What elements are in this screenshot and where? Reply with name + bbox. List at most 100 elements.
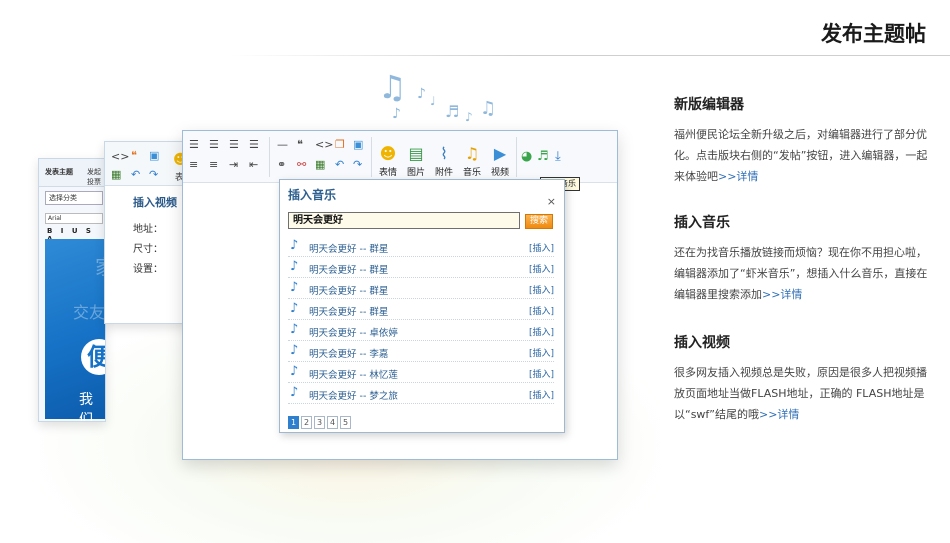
attachment-label: 附件 [434, 168, 453, 178]
tab-post-topic[interactable]: 发表主题 [45, 167, 73, 177]
music-note-icon: ♪ [417, 86, 426, 102]
table-icon[interactable]: ▦ [315, 159, 325, 171]
song-row[interactable]: ♪ 明天会更好 -- 群星 [插入] [288, 279, 554, 299]
image-button[interactable]: ▤ 图片 [403, 144, 429, 179]
music-note-icon: ♪ [290, 301, 299, 316]
download-icon[interactable]: ⤓ [555, 150, 561, 163]
song-row[interactable]: ♪ 明天会更好 -- 梦之旅 [插入] [288, 384, 554, 404]
insert-link[interactable]: [插入] [529, 388, 554, 401]
link-icon[interactable]: ⚭ [277, 159, 286, 171]
feature-insert-music: 插入音乐 还在为找音乐播放链接而烦恼？现在你不用担心啦，编辑器添加了“虾米音乐”… [674, 212, 929, 305]
picture-icon: ▤ [408, 144, 424, 163]
song-title: 明天会更好 -- 群星 [309, 265, 389, 276]
song-title: 明天会更好 -- 卓依婷 [309, 328, 398, 339]
attachment-button[interactable]: ⌇ 附件 [431, 145, 457, 179]
clipboard-icon[interactable]: ❐ [335, 139, 345, 151]
video-button[interactable]: ▶ 视频 [487, 144, 513, 179]
justify-icon[interactable]: ☰ [249, 139, 259, 151]
song-row[interactable]: ♪ 明天会更好 -- 李嘉 [插入] [288, 342, 554, 362]
ordered-list-icon[interactable]: ≡ [189, 159, 198, 171]
song-row[interactable]: ♪ 明天会更好 -- 群星 [插入] [288, 258, 554, 278]
song-row[interactable]: ♪ 明天会更好 -- 卓依婷 [插入] [288, 321, 554, 341]
redo-icon[interactable]: ↷ [353, 159, 362, 171]
music-label: 音乐 [462, 168, 481, 178]
feature-title: 插入视频 [674, 335, 730, 351]
details-link[interactable]: >>详情 [718, 170, 758, 183]
image-icon[interactable]: ▣ [353, 139, 363, 151]
feature-title: 新版编辑器 [674, 97, 744, 113]
xiami-music-icon[interactable]: ◕ [521, 150, 532, 163]
banner-logo: 便 [81, 339, 105, 375]
song-title: 明天会更好 -- 梦之旅 [309, 391, 398, 402]
tab-bar: 发表主题 发起投票 [39, 159, 105, 187]
undo-icon[interactable]: ↶ [335, 159, 344, 171]
song-row[interactable]: ♪ 明天会更好 -- 群星 [插入] [288, 300, 554, 320]
details-link[interactable]: >>详情 [762, 288, 802, 301]
page-1-button[interactable]: 1 [288, 416, 299, 429]
align-left-icon[interactable]: ☰ [189, 139, 199, 151]
category-select[interactable]: 选择分类 [45, 191, 103, 205]
music-note-icon: ♬ [445, 102, 460, 121]
feature-text: 很多网友插入视频总是失败，原因是很多人把视频播放页面地址当做FLASH地址，正确… [674, 366, 927, 421]
editor-window-middle: <> ❝ ▣ ▦ ↶ ↷ ☻ 表 插入视频 地址： 尺寸： 设置： [104, 141, 194, 324]
page-4-button[interactable]: 4 [327, 416, 338, 429]
quote-icon[interactable]: ❝ [131, 149, 137, 162]
image-label: 图片 [406, 168, 425, 178]
music-note-icon: ♫ [464, 144, 480, 163]
insert-link[interactable]: [插入] [529, 325, 554, 338]
font-select[interactable]: Arial [45, 213, 103, 224]
toolbar-separator [269, 137, 270, 177]
quote-icon[interactable]: ❝ [297, 139, 303, 151]
song-title: 明天会更好 -- 群星 [309, 286, 389, 297]
page-5-button[interactable]: 5 [340, 416, 351, 429]
feature-description: 福州便民论坛全新升级之后，对编辑器进行了部分优化。点击版块右侧的“发帖”按钮，进… [674, 124, 929, 187]
search-button[interactable]: 搜索 [525, 214, 553, 229]
page-title: 发布主题帖 [821, 22, 926, 46]
insert-link[interactable]: [插入] [529, 283, 554, 296]
page-2-button[interactable]: 2 [301, 416, 312, 429]
close-icon[interactable]: × [547, 195, 556, 208]
page-3-button[interactable]: 3 [314, 416, 325, 429]
indent-icon[interactable]: ⇥ [229, 159, 238, 171]
music-button[interactable]: ♫ 音乐 [459, 144, 485, 179]
music-note-icon: ♫ [480, 98, 497, 119]
image-icon[interactable]: ▣ [149, 149, 159, 162]
song-row[interactable]: ♪ 明天会更好 -- 林忆莲 [插入] [288, 363, 554, 383]
music-search-icon[interactable]: ♬ [537, 150, 549, 163]
music-note-icon: ♪ [290, 280, 299, 295]
video-icon: ▶ [493, 144, 507, 163]
song-title: 明天会更好 -- 林忆莲 [309, 370, 398, 381]
code-icon[interactable]: <> [315, 139, 333, 151]
redo-icon[interactable]: ↷ [149, 168, 158, 181]
insert-link[interactable]: [插入] [529, 346, 554, 359]
toolbar: <> ❝ ▣ ▦ ↶ ↷ ☻ 表 [105, 142, 193, 186]
feature-insert-video: 插入视频 很多网友插入视频总是失败，原因是很多人把视频播放页面地址当做FLASH… [674, 332, 929, 425]
emoticon-button[interactable]: ☻ 表情 [375, 145, 401, 179]
song-row[interactable]: ♪ 明天会更好 -- 群星 [插入] [288, 237, 554, 257]
music-note-icon: ♪ [290, 343, 299, 358]
song-title: 明天会更好 -- 李嘉 [309, 349, 389, 360]
insert-link[interactable]: [插入] [529, 367, 554, 380]
details-link[interactable]: >>详情 [759, 408, 799, 421]
feature-text: 福州便民论坛全新升级之后，对编辑器进行了部分优化。点击版块右侧的“发帖”按钮，进… [674, 128, 928, 183]
insert-link[interactable]: [插入] [529, 304, 554, 317]
insert-link[interactable]: [插入] [529, 262, 554, 275]
video-size-label: 尺寸： [133, 244, 163, 255]
table-icon[interactable]: ▦ [111, 168, 121, 181]
undo-icon[interactable]: ↶ [131, 168, 140, 181]
horizontal-rule-icon[interactable]: — [277, 139, 288, 151]
toolbar-separator [516, 137, 517, 177]
align-right-icon[interactable]: ☰ [229, 139, 239, 151]
song-title: 明天会更好 -- 群星 [309, 244, 389, 255]
tab-start-poll[interactable]: 发起投票 [87, 167, 105, 187]
feature-description: 还在为找音乐播放链接而烦恼？现在你不用担心啦，编辑器添加了“虾米音乐”，想插入什… [674, 242, 929, 305]
insert-link[interactable]: [插入] [529, 241, 554, 254]
unordered-list-icon[interactable]: ≡ [209, 159, 218, 171]
unlink-icon[interactable]: ⚯ [297, 159, 306, 171]
music-note-icon: ♪ [290, 238, 299, 253]
music-search-input[interactable]: 明天会更好 [288, 212, 520, 229]
music-note-icon: ♪ [465, 110, 473, 124]
align-center-icon[interactable]: ☰ [209, 139, 219, 151]
code-icon[interactable]: <> [111, 150, 129, 163]
outdent-icon[interactable]: ⇤ [249, 159, 258, 171]
